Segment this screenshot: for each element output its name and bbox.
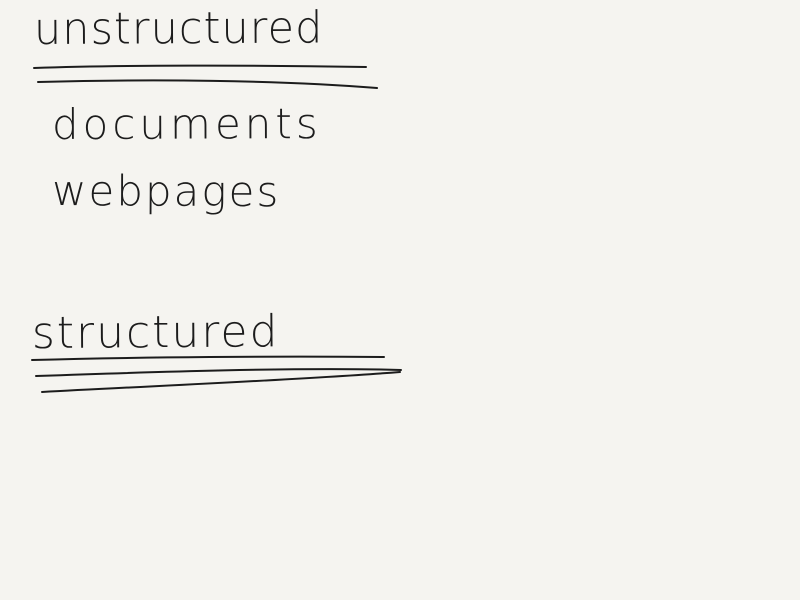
heading-unstructured: unstructured: [33, 2, 324, 55]
heading-structured: structured: [31, 306, 280, 359]
handwritten-underlines: [31, 64, 402, 393]
underline-unstructured-lower: [37, 79, 378, 89]
underline-structured-lower: [35, 368, 402, 377]
underline-structured-tail: [41, 371, 401, 393]
underline-unstructured-upper: [33, 64, 367, 69]
list-item-webpages: webpages: [51, 166, 281, 217]
note-canvas: unstructured documents webpages structur…: [0, 0, 800, 600]
list-item-documents: documents: [51, 99, 322, 149]
